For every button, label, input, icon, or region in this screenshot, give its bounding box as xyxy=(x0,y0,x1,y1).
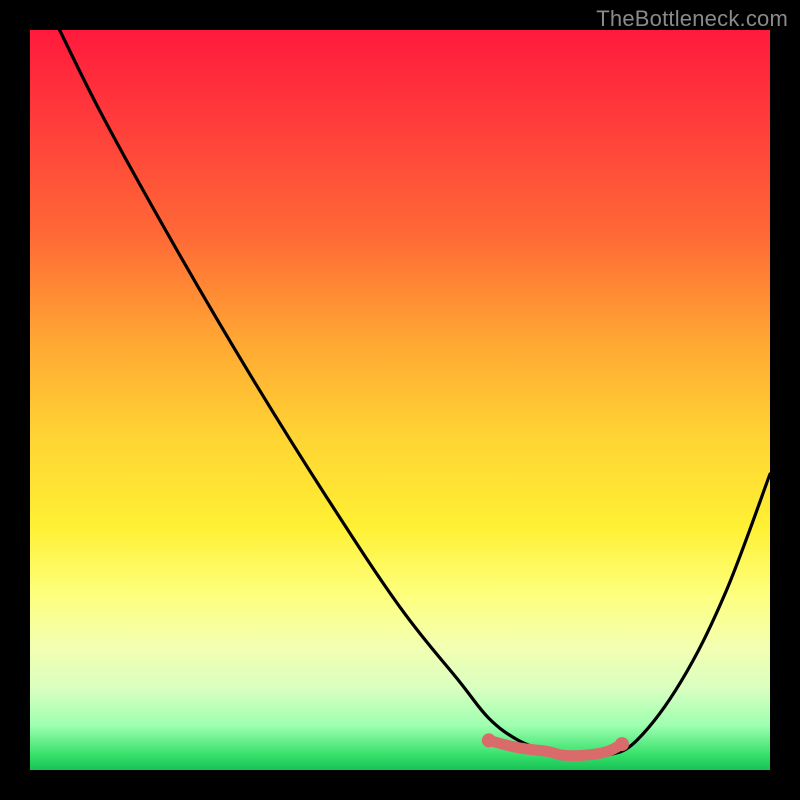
marker-optimal-end xyxy=(615,737,629,751)
marker-optimal-start xyxy=(482,733,496,747)
chart-svg xyxy=(30,30,770,770)
watermark-label: TheBottleneck.com xyxy=(596,6,788,32)
bottleneck-curve-path xyxy=(60,30,770,756)
chart-frame: TheBottleneck.com xyxy=(0,0,800,800)
plot-area xyxy=(30,30,770,770)
optimal-region-path xyxy=(489,740,622,755)
